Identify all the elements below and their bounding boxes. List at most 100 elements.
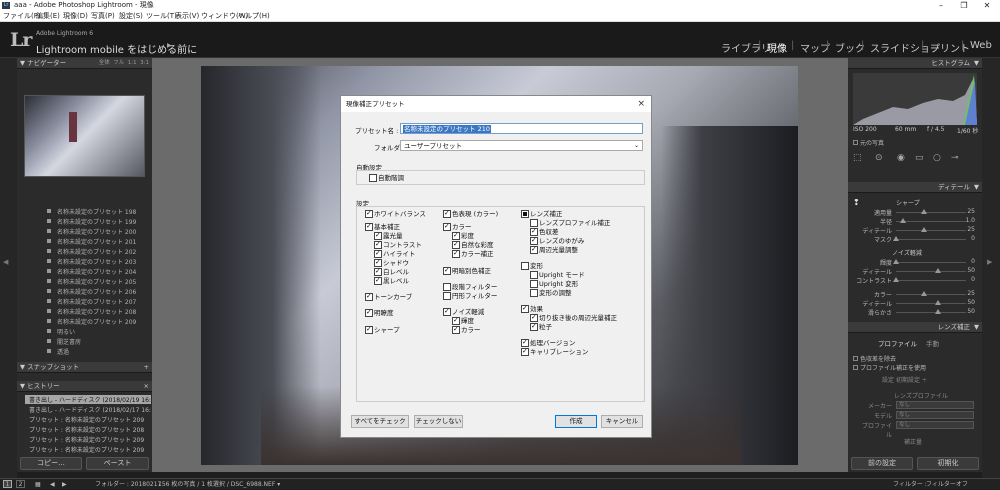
setting-checkbox[interactable]: シャドウ xyxy=(374,258,409,267)
setting-checkbox[interactable]: ハイライト xyxy=(374,249,415,258)
slider-value[interactable]: 25 xyxy=(967,226,975,233)
minimize-icon[interactable]: – xyxy=(932,0,950,11)
setting-checkbox[interactable]: 処理バージョン xyxy=(521,338,575,347)
slider-knob[interactable] xyxy=(893,236,899,241)
radial-filter-icon[interactable]: ○ xyxy=(933,153,941,163)
setting-checkbox[interactable]: 基本補正 xyxy=(365,222,400,231)
setting-checkbox[interactable]: シャープ xyxy=(365,325,400,334)
history-item[interactable]: プリセット : 名称未設定のプリセット 209 xyxy=(29,445,144,454)
setting-checkbox[interactable]: トーンカーブ xyxy=(365,292,412,301)
setting-checkbox[interactable]: 色収差 xyxy=(530,227,559,236)
slider-track[interactable] xyxy=(896,262,966,263)
preset-item[interactable]: 名称未設定のプリセット 206 xyxy=(46,287,136,296)
setting-checkbox[interactable]: カラー xyxy=(452,325,481,334)
zoom-fill[interactable]: フル xyxy=(113,60,124,66)
history-item[interactable]: プリセット : 名称未設定のプリセット 209 xyxy=(29,415,144,424)
snapshots-header[interactable]: ▼ スナップショット + xyxy=(17,362,152,373)
setting-checkbox[interactable]: 効果 xyxy=(521,304,543,313)
module-develop[interactable]: 現像 xyxy=(767,40,787,55)
slider-track[interactable] xyxy=(896,280,966,281)
preset-item[interactable]: 名称未設定のプリセット 205 xyxy=(46,277,136,286)
preset-item[interactable]: 透過 xyxy=(46,347,69,356)
zoom-3-1[interactable]: 3:1 xyxy=(140,60,149,66)
slider-knob[interactable] xyxy=(935,268,941,273)
grid-icon[interactable]: ▦ xyxy=(35,479,41,490)
model-select[interactable]: なし xyxy=(896,411,974,419)
slider-value[interactable]: 1.0 xyxy=(965,217,975,224)
slider-value[interactable]: 50 xyxy=(967,299,975,306)
setting-checkbox[interactable]: 明暗別色補正 xyxy=(443,266,491,275)
checkbox[interactable] xyxy=(853,140,858,145)
setting-checkbox[interactable]: 色表現 (カラー) xyxy=(443,209,498,218)
check-none-button[interactable]: チェックしない xyxy=(414,415,463,428)
detail-slider[interactable]: 適用量 25 xyxy=(848,208,982,217)
original-photo-toggle[interactable]: 元の写真 xyxy=(853,138,884,147)
setting-checkbox[interactable]: キャリブレーション xyxy=(521,347,588,356)
menu-develop[interactable]: 現像(D) xyxy=(63,11,88,22)
detail-slider[interactable]: ディテール 50 xyxy=(848,299,982,308)
menu-view[interactable]: 表示(V) xyxy=(175,11,199,22)
setup-select[interactable]: 初期設定 ÷ xyxy=(896,375,927,384)
module-library[interactable]: ライブラリ xyxy=(721,40,771,55)
check-all-button[interactable]: すべてをチェック xyxy=(351,415,409,428)
dialog-close-icon[interactable]: × xyxy=(637,96,645,112)
setting-checkbox[interactable]: Upright 変形 xyxy=(530,280,578,288)
setting-checkbox[interactable]: 自然な彩度 xyxy=(452,240,494,249)
preset-item[interactable]: 名称未設定のプリセット 208 xyxy=(46,307,136,316)
setting-checkbox[interactable]: 変形の調整 xyxy=(530,289,572,297)
enable-profile-correction[interactable]: プロファイル補正を使用 xyxy=(853,363,926,372)
menu-settings[interactable]: 設定(S) xyxy=(119,11,143,22)
page-2-button[interactable]: 2 xyxy=(16,480,25,488)
slider-knob[interactable] xyxy=(921,227,927,232)
history-item-selected[interactable]: 書き出し - ハードディスク (2018/02/19 16:2... xyxy=(25,395,151,404)
sharpen-preview-icon[interactable]: ❢ xyxy=(853,198,860,207)
create-button[interactable]: 作成 xyxy=(555,415,597,428)
setting-checkbox[interactable]: 粒子 xyxy=(530,322,552,331)
adjustment-brush-icon[interactable]: ⊸ xyxy=(951,153,959,163)
copy-button[interactable]: コピー... xyxy=(20,457,82,470)
setting-checkbox[interactable]: レンズプロファイル補正 xyxy=(530,219,610,227)
lens-header[interactable]: レンズ補正 ▼ xyxy=(848,322,982,333)
slider-track[interactable] xyxy=(896,230,966,231)
preset-item[interactable]: 名称未設定のプリセット 199 xyxy=(46,217,136,226)
preset-item[interactable]: 名称未設定のプリセット 209 xyxy=(46,317,136,326)
folder-select[interactable]: ユーザープリセット ⌄ xyxy=(400,140,643,151)
slider-track[interactable] xyxy=(896,221,966,222)
history-item[interactable]: プリセット : 名称未設定のプリセット 209 xyxy=(29,435,144,444)
slider-value[interactable]: 0 xyxy=(971,276,975,283)
setting-checkbox[interactable]: 周辺光量調整 xyxy=(530,245,578,254)
setting-checkbox[interactable]: コントラスト xyxy=(374,240,422,249)
setting-checkbox[interactable]: 白レベル xyxy=(374,267,409,276)
play-icon[interactable]: ▶ xyxy=(167,42,172,49)
history-item[interactable]: プリセット : 名称未設定のプリセット 208 xyxy=(29,425,144,434)
tab-profile[interactable]: プロファイル xyxy=(878,338,917,348)
slider-track[interactable] xyxy=(896,303,966,304)
folder-path[interactable]: フォルダー : 20180217 xyxy=(95,479,161,490)
menu-edit[interactable]: 編集(E) xyxy=(36,11,60,22)
slider-knob[interactable] xyxy=(935,300,941,305)
slider-knob[interactable] xyxy=(935,309,941,314)
auto-tone-checkbox[interactable]: 自動階調 xyxy=(369,174,404,182)
preset-item[interactable]: 名称未設定のプリセット 202 xyxy=(46,247,136,256)
histogram-graph[interactable] xyxy=(853,73,977,125)
setting-checkbox[interactable]: レンズのゆがみ xyxy=(530,236,584,245)
reset-button[interactable]: 初期化 xyxy=(917,457,979,470)
detail-slider[interactable]: ディテール 25 xyxy=(848,226,982,235)
profile-select[interactable]: なし xyxy=(896,421,974,429)
navigator-preview[interactable] xyxy=(24,95,145,177)
previous-settings-button[interactable]: 前の設定 xyxy=(851,457,913,470)
slider-track[interactable] xyxy=(896,312,966,313)
filter-select[interactable]: フィルターオフ xyxy=(926,479,968,490)
preset-item[interactable]: 名称未設定のプリセット 200 xyxy=(46,227,136,236)
zoom-fit[interactable]: 全体 xyxy=(99,60,110,66)
module-web[interactable]: Web xyxy=(970,40,992,51)
maker-select[interactable]: なし xyxy=(896,401,974,409)
setting-checkbox[interactable]: ノイズ軽減 xyxy=(443,307,484,316)
preset-item[interactable]: 名称未設定のプリセット 207 xyxy=(46,297,136,306)
slider-knob[interactable] xyxy=(921,291,927,296)
slider-track[interactable] xyxy=(896,212,966,213)
history-header[interactable]: ▼ ヒストリー × xyxy=(17,381,152,392)
crop-icon[interactable]: ⬚ xyxy=(853,153,862,163)
back-icon[interactable]: ◀ xyxy=(50,479,55,490)
slider-knob[interactable] xyxy=(900,218,906,223)
